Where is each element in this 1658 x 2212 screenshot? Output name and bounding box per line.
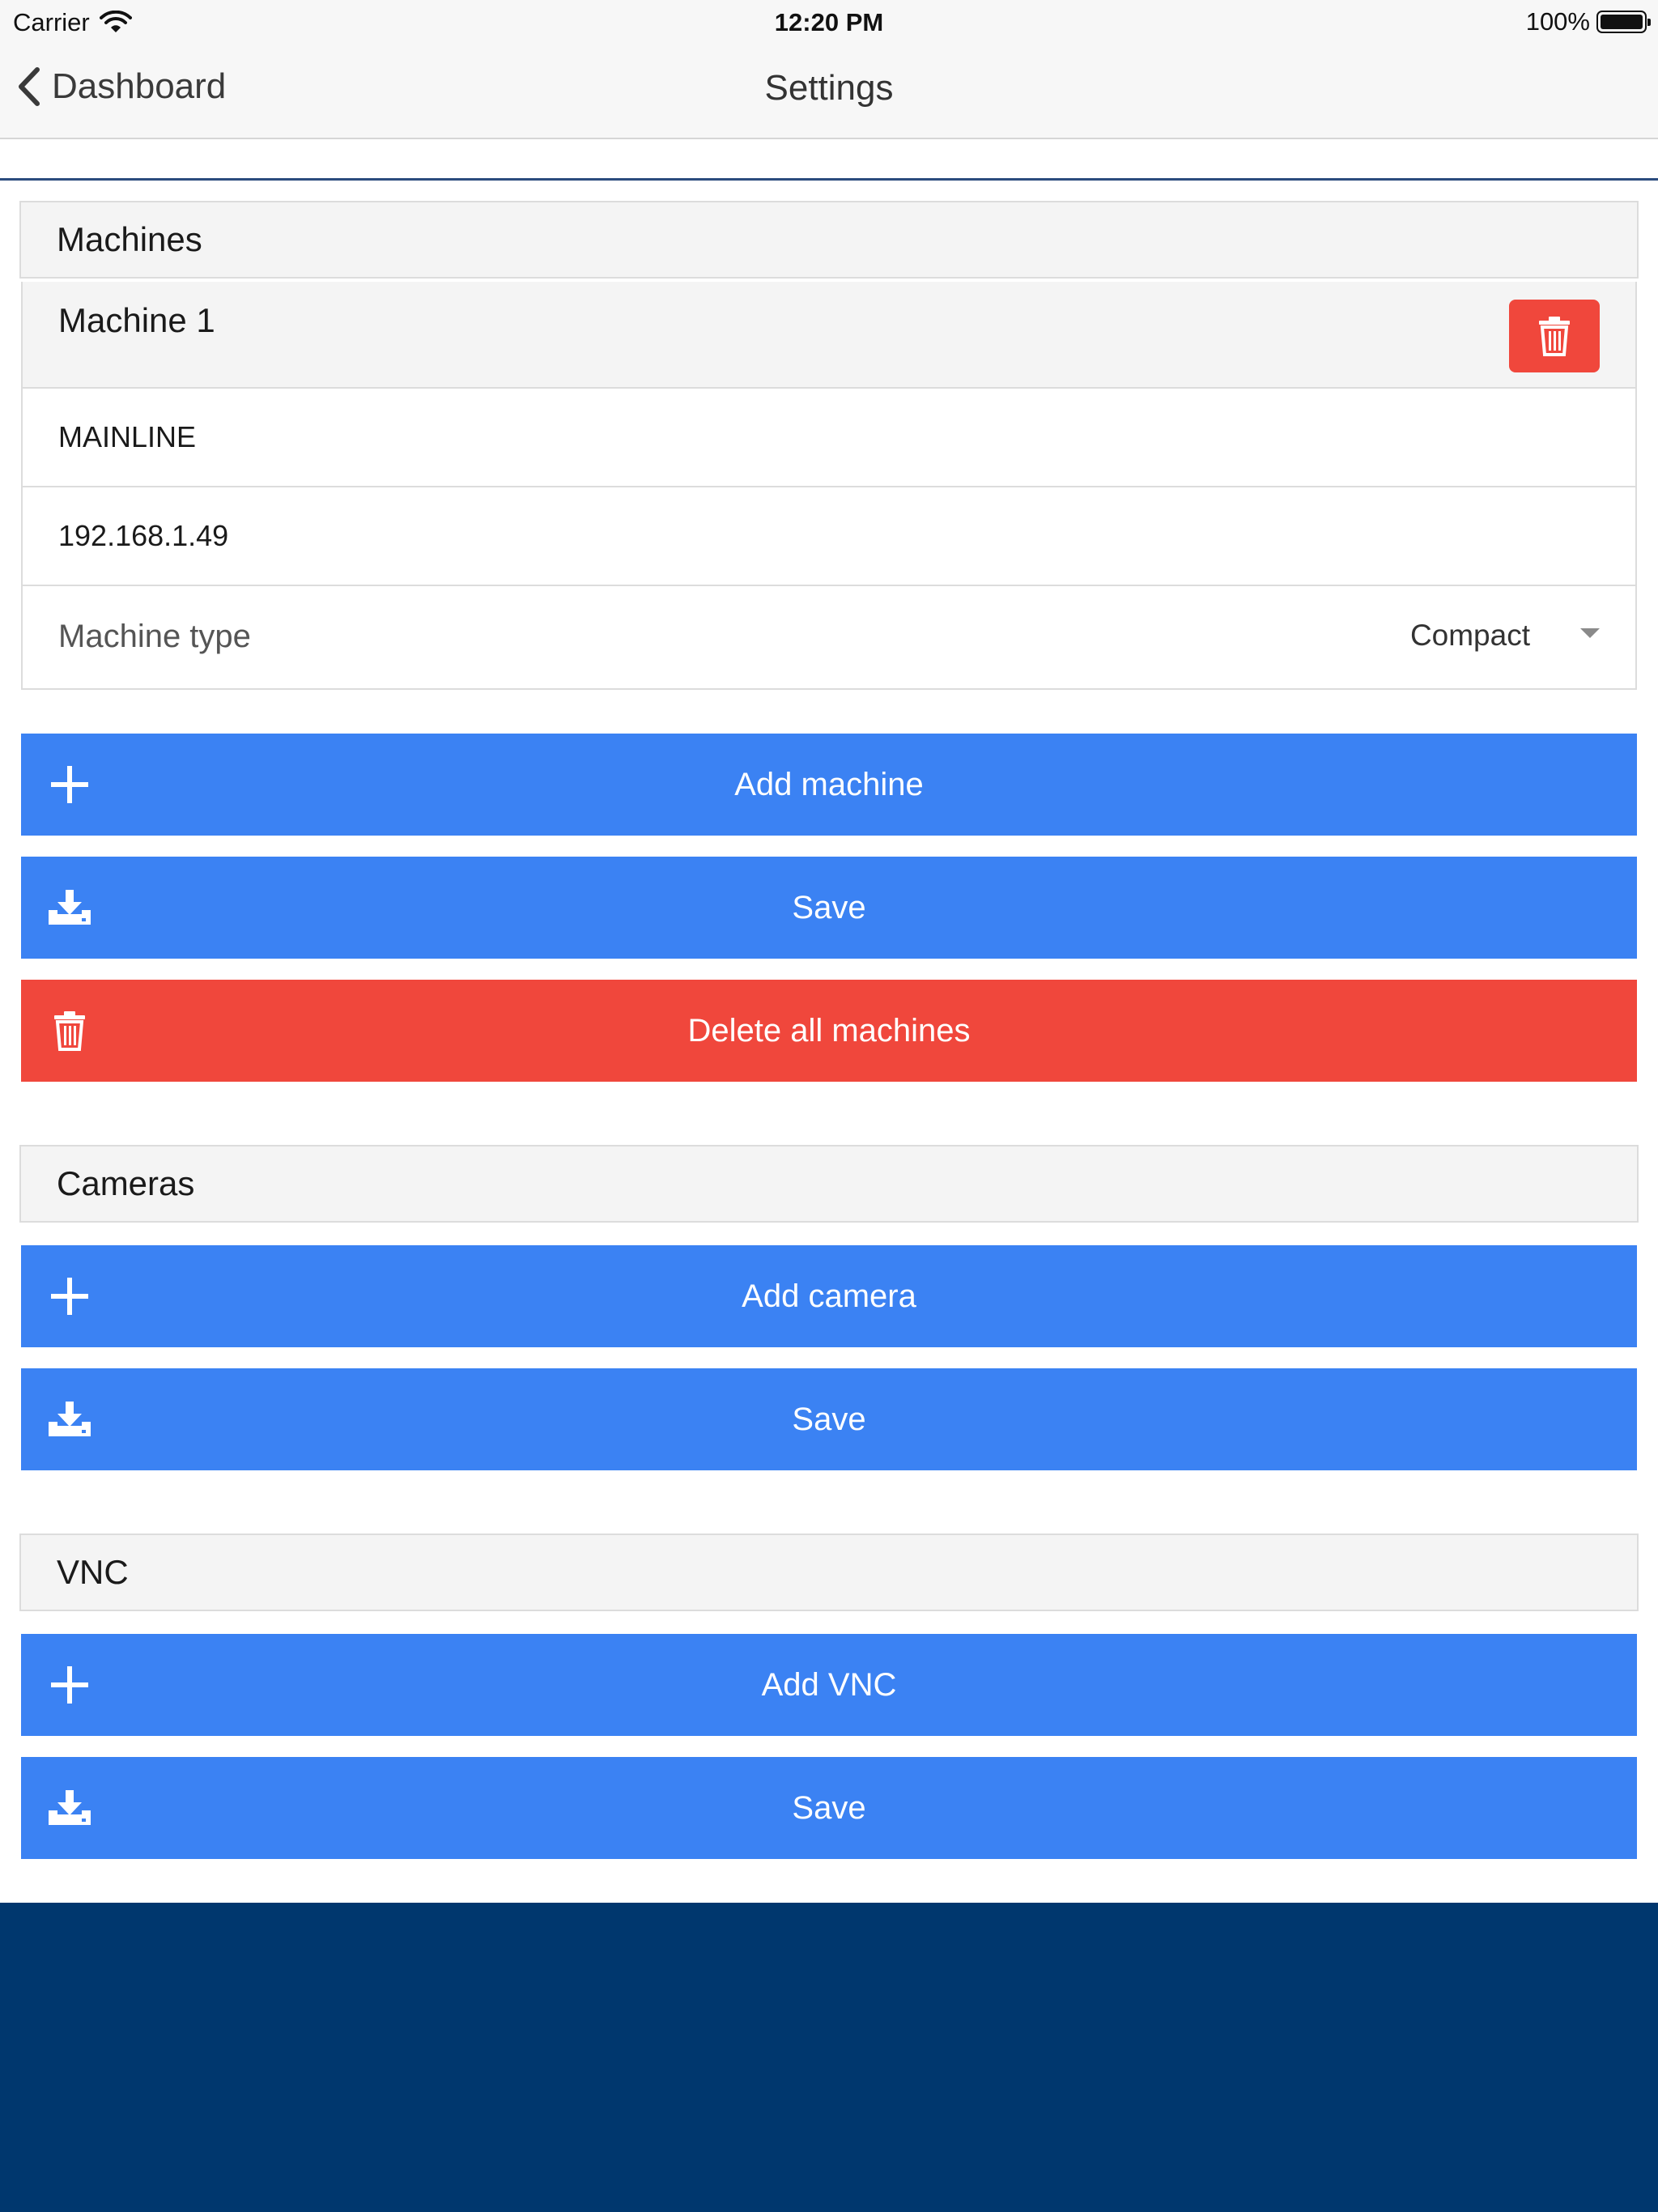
machine-type-label: Machine type bbox=[58, 619, 251, 654]
header-divider bbox=[0, 178, 1658, 181]
download-tray-icon bbox=[45, 1784, 94, 1832]
delete-all-machines-label: Delete all machines bbox=[687, 1012, 971, 1049]
machine-ip-input[interactable] bbox=[58, 487, 1596, 585]
save-machines-label: Save bbox=[792, 889, 866, 925]
machine-card: Machine 1 Machine type Compact bbox=[21, 282, 1637, 690]
status-bar: Carrier 12:20 PM 100% bbox=[0, 0, 1658, 44]
download-tray-icon bbox=[45, 1395, 94, 1444]
battery-percent: 100% bbox=[1525, 7, 1590, 36]
trash-icon bbox=[1539, 317, 1570, 356]
delete-all-machines-button[interactable]: Delete all machines bbox=[21, 980, 1637, 1082]
add-vnc-button[interactable]: Add VNC bbox=[21, 1634, 1637, 1736]
machines-section-header: Machines bbox=[19, 201, 1639, 279]
machine-type-select[interactable]: Machine type Compact bbox=[23, 586, 1635, 688]
page-title: Settings bbox=[764, 68, 894, 108]
cameras-section-header: Cameras bbox=[19, 1145, 1639, 1223]
add-camera-label: Add camera bbox=[742, 1278, 916, 1314]
machine-line-input[interactable] bbox=[58, 389, 1596, 486]
machine-card-header: Machine 1 bbox=[23, 282, 1635, 389]
add-vnc-label: Add VNC bbox=[761, 1666, 897, 1703]
trash-icon bbox=[45, 1006, 94, 1055]
add-machine-label: Add machine bbox=[734, 766, 924, 802]
machine-ip-row bbox=[23, 487, 1635, 586]
navigation-bar: Dashboard Settings bbox=[0, 44, 1658, 139]
machine-name: Machine 1 bbox=[58, 301, 215, 339]
status-time: 12:20 PM bbox=[774, 8, 884, 36]
status-battery-group: 100% bbox=[1525, 7, 1651, 36]
machine-line-row bbox=[23, 389, 1635, 487]
footer-band bbox=[0, 1903, 1658, 2212]
plus-icon bbox=[45, 760, 94, 809]
add-machine-button[interactable]: Add machine bbox=[21, 734, 1637, 836]
caret-down-icon bbox=[1580, 628, 1600, 638]
download-tray-icon bbox=[45, 883, 94, 932]
save-machines-button[interactable]: Save bbox=[21, 857, 1637, 959]
save-cameras-label: Save bbox=[792, 1401, 866, 1437]
save-vnc-button[interactable]: Save bbox=[21, 1757, 1637, 1859]
plus-icon bbox=[45, 1272, 94, 1321]
add-camera-button[interactable]: Add camera bbox=[21, 1245, 1637, 1347]
save-cameras-button[interactable]: Save bbox=[21, 1368, 1637, 1470]
machine-type-value: Compact bbox=[1409, 619, 1530, 652]
delete-machine-button[interactable] bbox=[1509, 300, 1600, 372]
battery-icon bbox=[1596, 11, 1651, 33]
save-vnc-label: Save bbox=[792, 1789, 866, 1826]
plus-icon bbox=[45, 1661, 94, 1709]
vnc-section-header: VNC bbox=[19, 1534, 1639, 1611]
